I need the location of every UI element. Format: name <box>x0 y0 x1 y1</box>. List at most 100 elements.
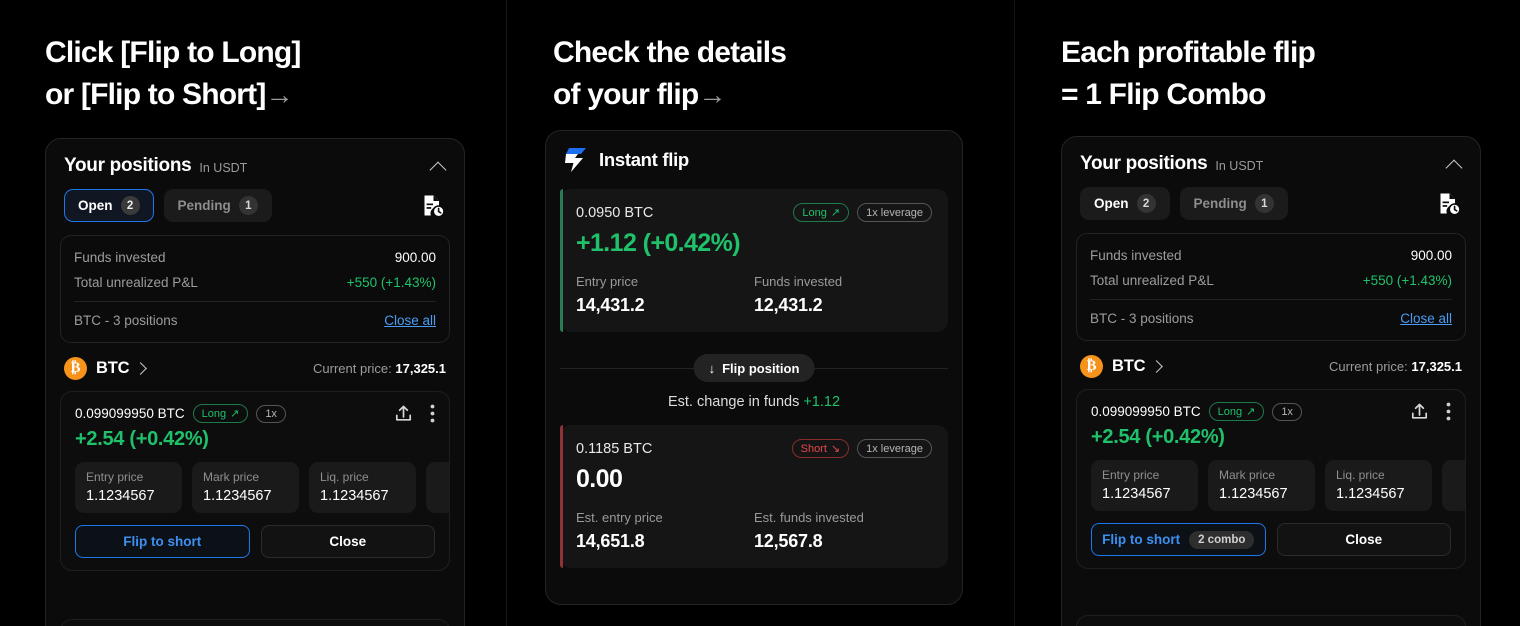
chevron-up-icon[interactable] <box>1446 156 1462 172</box>
side-pill-long: Long ↗ <box>793 203 850 222</box>
panel-1-arrow-icon: → <box>265 79 294 110</box>
summary-row-pnl: Total unrealized P&L +550 (+1.43%) <box>1090 268 1452 293</box>
total-pnl-label: Total unrealized P&L <box>74 275 198 290</box>
metric-label: Mark price <box>203 470 260 484</box>
current-price-label: Current price: <box>313 361 392 376</box>
column-value: 14,651.8 <box>576 531 645 551</box>
panel-step-3: Each profitable flip = 1 Flip Combo Your… <box>1016 0 1520 626</box>
close-all-link[interactable]: Close all <box>1400 311 1452 326</box>
metric-value: 1.1234567 <box>1102 486 1171 502</box>
panel-2-arrow-icon: → <box>698 79 726 110</box>
close-all-link[interactable]: Close all <box>384 313 436 328</box>
column-label: Est. funds invested <box>754 510 864 525</box>
position-row-2-partial <box>60 619 450 626</box>
close-position-label: Close <box>329 534 367 549</box>
side-pill-short: Short ↘ <box>791 439 850 458</box>
positions-tabs-1: Open 2 Pending 1 <box>46 177 464 222</box>
funds-invested-value: 900.00 <box>394 250 436 265</box>
asset-row-btc[interactable]: ₿ BTC Current price: 17,325.1 <box>46 343 464 380</box>
document-clock-icon[interactable] <box>1436 191 1462 217</box>
column-value: 12,567.8 <box>754 531 823 551</box>
flip-combo-badge: 2 combo <box>1189 530 1255 549</box>
funds-invested-label: Funds invested <box>74 250 166 265</box>
panel-1-headline-text: Click [Flip to Long] or [Flip to Short] <box>45 36 301 111</box>
chevron-right-icon <box>1150 360 1164 373</box>
tab-open-label: Open <box>1094 196 1129 211</box>
position-row-1: 0.099099950 BTC Long ↗ 1x +2.54 (+0.42%)… <box>60 391 450 571</box>
position-amount-unit: BTC <box>1173 404 1201 419</box>
position-amount: 0.099099950 BTC <box>75 406 185 421</box>
more-vertical-icon[interactable] <box>430 404 435 423</box>
current-price: Current price: 17,325.1 <box>313 361 446 376</box>
leverage-pill: 1x <box>1272 402 1302 421</box>
metric-mark-price: Mark price 1.1234567 <box>192 462 299 513</box>
positions-count-label: BTC - 3 positions <box>1090 311 1194 326</box>
lightning-bolt-icon <box>564 147 588 173</box>
flip-to-entry-price: Est. entry price 14,651.8 <box>576 510 754 552</box>
share-icon[interactable] <box>1409 401 1430 422</box>
position-amount-value: 0.099099950 <box>1091 404 1170 419</box>
est-change-row: Est. change in funds +1.12 <box>546 394 962 410</box>
metric-liq-price: Liq. price 1.1234567 <box>1325 460 1432 511</box>
instant-flip-header: Instant flip <box>546 131 962 173</box>
flip-from-funds-invested: Funds invested 12,431.2 <box>754 274 932 316</box>
position-row-2-partial <box>1076 615 1466 626</box>
position-metrics: Entry price 1.1234567 Mark price 1.12345… <box>61 451 449 513</box>
bitcoin-icon: ₿ <box>64 357 87 380</box>
total-pnl-label: Total unrealized P&L <box>1090 273 1214 288</box>
flip-to-funds-invested: Est. funds invested 12,567.8 <box>754 510 932 552</box>
positions-count-label: BTC - 3 positions <box>74 313 178 328</box>
tab-open[interactable]: Open 2 <box>1080 187 1170 220</box>
position-header: 0.099099950 BTC Long ↗ 1x <box>61 403 449 424</box>
tab-open-count: 2 <box>120 196 140 215</box>
positions-title: Your positions <box>1080 153 1208 174</box>
column-label: Entry price <box>576 274 639 289</box>
tab-pending[interactable]: Pending 1 <box>1179 187 1288 220</box>
flip-to-short-button[interactable]: Flip to short 2 combo <box>1091 523 1266 556</box>
metric-value: 1.1234567 <box>1336 486 1405 502</box>
bitcoin-icon: ₿ <box>1080 355 1103 378</box>
positions-subtitle: In USDT <box>199 161 248 175</box>
flip-to-pills: Short ↘ 1x leverage <box>784 439 932 458</box>
position-actions: Flip to short 2 combo Close <box>1077 511 1465 556</box>
flip-position-chip: ↓ Flip position <box>693 354 815 382</box>
flip-to-columns: Est. entry price 14,651.8 Est. funds inv… <box>576 510 932 552</box>
est-change-label: Est. change in funds <box>667 394 800 410</box>
close-position-label: Close <box>1345 532 1383 547</box>
chevron-right-icon <box>134 362 148 375</box>
close-position-button[interactable]: Close <box>1276 523 1451 556</box>
flip-from-entry-price: Entry price 14,431.2 <box>576 274 754 316</box>
more-vertical-icon[interactable] <box>1446 402 1451 421</box>
asset-row-btc[interactable]: ₿ BTC Current price: 17,325.1 <box>1062 341 1480 378</box>
panel-step-1: Click [Flip to Long] or [Flip to Short]→… <box>0 0 506 626</box>
flip-from-box: 0.0950 BTC Long ↗ 1x leverage +1.12 (+0.… <box>560 189 948 332</box>
tab-pending-count: 1 <box>238 196 258 215</box>
document-clock-icon[interactable] <box>420 193 446 219</box>
flip-to-amount: 0.1185 BTC <box>576 440 653 457</box>
tab-pending[interactable]: Pending 1 <box>163 189 272 222</box>
column-label: Funds invested <box>754 274 843 289</box>
positions-summary-3: Funds invested 900.00 Total unrealized P… <box>1076 233 1466 341</box>
share-icon[interactable] <box>393 403 414 424</box>
flip-to-header: 0.1185 BTC Short ↘ 1x leverage <box>576 439 932 458</box>
panel-step-2: Check the details of your flip→ Instant … <box>508 0 1014 626</box>
current-price-label: Current price: <box>1329 359 1408 374</box>
close-position-button[interactable]: Close <box>260 525 435 558</box>
positions-title: Your positions <box>64 155 192 176</box>
flip-from-pills: Long ↗ 1x leverage <box>785 203 932 222</box>
positions-header-1: Your positions In USDT <box>46 139 464 177</box>
chevron-up-icon[interactable] <box>430 158 446 174</box>
current-price-value: 17,325.1 <box>395 361 446 376</box>
side-pill-long: Long ↗ <box>1208 402 1265 421</box>
position-metrics: Entry price 1.1234567 Mark price 1.12345… <box>1077 449 1465 511</box>
panel-1-headline: Click [Flip to Long] or [Flip to Short]→ <box>45 32 465 116</box>
summary-divider <box>1090 299 1452 300</box>
tab-open-label: Open <box>78 198 113 213</box>
position-header: 0.099099950 BTC Long ↗ 1x <box>1077 401 1465 422</box>
trend-up-icon: ↗ <box>1246 406 1256 418</box>
tab-open[interactable]: Open 2 <box>64 189 154 222</box>
summary-row-positions: BTC - 3 positions Close all <box>1090 306 1452 331</box>
flip-to-short-button[interactable]: Flip to short <box>75 525 250 558</box>
est-change-value: +1.12 <box>803 394 841 410</box>
instant-flip-title: Instant flip <box>599 149 689 170</box>
